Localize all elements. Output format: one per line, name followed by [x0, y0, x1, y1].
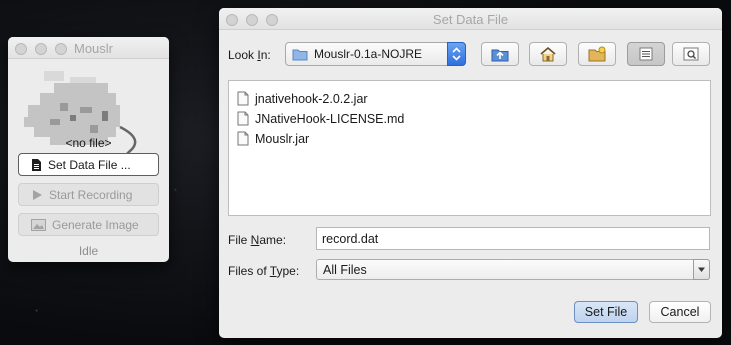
details-view-icon [683, 47, 699, 61]
set-data-file-dialog: Set Data File Look In: Mouslr-0.1a-NOJRE [219, 8, 722, 338]
new-folder-button[interactable] [578, 42, 616, 66]
list-view-icon [639, 47, 653, 61]
files-of-type-label-suffix: ype: [276, 264, 300, 278]
minimize-window-button[interactable] [35, 43, 47, 55]
up-folder-icon [491, 49, 509, 62]
up-folder-button[interactable] [481, 42, 519, 66]
set-data-file-label: Set Data File ... [48, 157, 131, 172]
set-data-file-button[interactable]: Set Data File ... [18, 153, 159, 176]
file-list-item[interactable]: Mouslr.jar [237, 131, 309, 146]
files-of-type-value: All Files [323, 262, 367, 277]
file-list[interactable]: jnativehook-2.0.2.jar JNativeHook-LICENS… [228, 80, 711, 216]
look-in-label: Look In: [228, 48, 271, 62]
zoom-window-button[interactable] [55, 43, 67, 55]
generate-image-button[interactable]: Generate Image [18, 213, 159, 236]
status-label: Idle [78, 244, 99, 258]
start-recording-label: Start Recording [49, 187, 133, 202]
chevron-down-icon[interactable] [693, 259, 710, 280]
file-icon [237, 91, 249, 106]
window-title: Mouslr [74, 41, 114, 56]
window-controls [15, 43, 67, 55]
files-of-type-label: Files of Type: [228, 264, 299, 278]
files-of-type-dropdown[interactable]: All Files [316, 259, 710, 280]
dialog-title: Set Data File [432, 12, 509, 27]
file-icon [237, 111, 249, 126]
file-list-item[interactable]: jnativehook-2.0.2.jar [237, 91, 368, 106]
file-list-item[interactable]: JNativeHook-LICENSE.md [237, 111, 404, 126]
chevron-updown-icon[interactable] [447, 42, 466, 66]
file-name: Mouslr.jar [255, 131, 310, 146]
file-name-input[interactable] [316, 227, 710, 250]
play-icon [33, 189, 42, 200]
start-recording-button[interactable]: Start Recording [18, 183, 159, 206]
files-of-type-label-prefix: Files of [228, 264, 270, 278]
list-view-button[interactable] [627, 42, 665, 66]
image-icon [31, 218, 46, 231]
home-button[interactable] [529, 42, 567, 66]
file-name-label-prefix: File [228, 233, 251, 247]
mouslr-window: Mouslr <no file> Set Data File ... Start… [8, 37, 169, 262]
set-file-button[interactable]: Set File [574, 301, 638, 323]
look-in-value: Mouslr-0.1a-NOJRE [314, 47, 423, 61]
new-folder-icon [588, 46, 606, 62]
file-name-label: File Name: [228, 233, 286, 247]
cancel-button[interactable]: Cancel [649, 301, 711, 323]
details-view-button[interactable] [672, 42, 710, 66]
file-status-label: <no file> [65, 136, 112, 150]
document-icon [32, 158, 41, 171]
dialog-titlebar: Set Data File [219, 8, 722, 30]
file-name-label-suffix: ame: [259, 233, 287, 247]
look-in-dropdown[interactable]: Mouslr-0.1a-NOJRE [285, 42, 466, 66]
file-name: jnativehook-2.0.2.jar [255, 91, 368, 106]
look-in-label-suffix: n: [260, 48, 271, 62]
home-icon [540, 46, 556, 62]
look-in-label-prefix: Look [228, 48, 258, 62]
mouslr-titlebar: Mouslr [8, 37, 169, 59]
file-name: JNativeHook-LICENSE.md [255, 111, 405, 126]
folder-icon [292, 49, 308, 60]
generate-image-label: Generate Image [52, 217, 139, 232]
close-window-button[interactable] [15, 43, 27, 55]
file-icon [237, 131, 249, 146]
